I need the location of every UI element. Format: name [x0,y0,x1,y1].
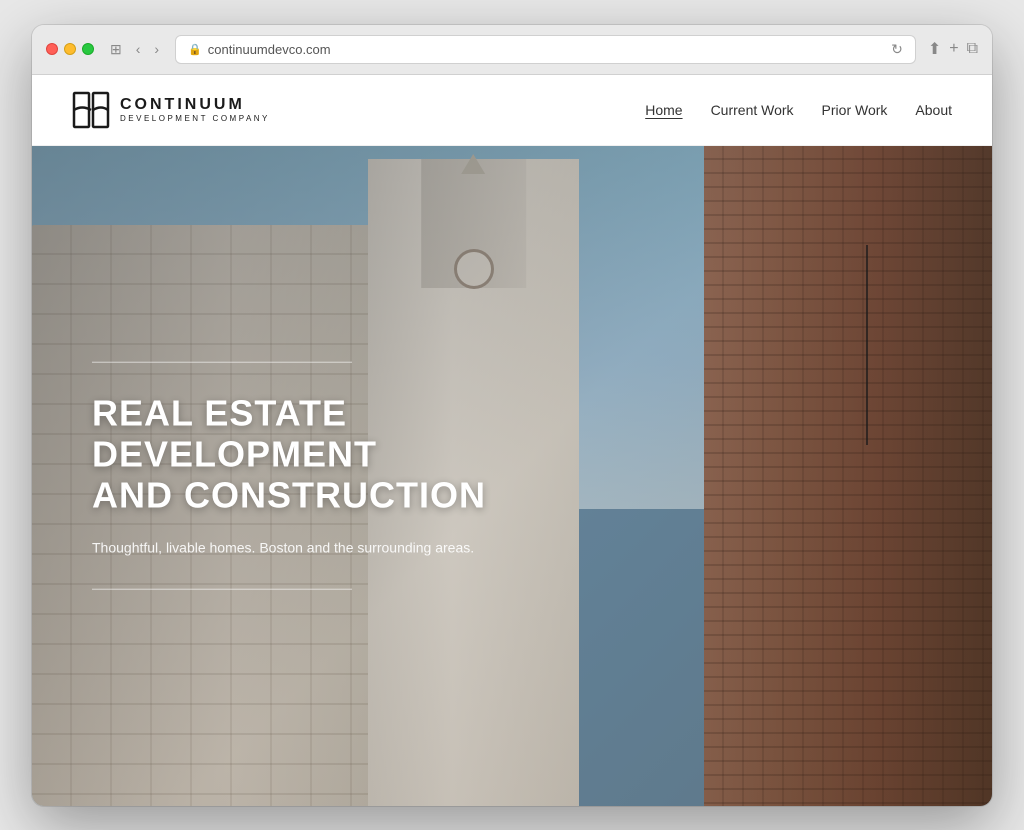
logo-icon [72,91,110,129]
lock-icon: 🔒 [188,43,202,56]
traffic-lights [46,43,94,55]
history-forward-button[interactable]: › [150,39,163,60]
nav-about[interactable]: About [915,102,952,118]
nav-prior-work[interactable]: Prior Work [822,102,888,118]
url-text: continuumdevco.com [208,42,331,57]
logo-name: CONTINUUM [120,96,270,114]
hero-title: REAL ESTATE DEVELOPMENT AND CONSTRUCTION [92,392,486,516]
browser-nav-buttons: ⊞ ‹ › [106,39,163,60]
hero-title-line3: AND CONSTRUCTION [92,475,486,516]
tabs-button[interactable]: ⧉ [967,39,978,59]
site-navbar: CONTINUUM DEVELOPMENT COMPANY Home Curre… [32,75,992,146]
nav-current-work[interactable]: Current Work [711,102,794,118]
share-button[interactable]: ⬆ [928,39,941,59]
nav-home[interactable]: Home [645,102,682,118]
hero-subtitle: Thoughtful, livable homes. Boston and th… [92,536,486,558]
reload-icon: ↻ [891,41,903,58]
website: CONTINUUM DEVELOPMENT COMPANY Home Curre… [32,75,992,806]
hero-title-line1: REAL ESTATE [92,392,347,433]
hero-section: REAL ESTATE DEVELOPMENT AND CONSTRUCTION… [32,146,992,806]
hero-divider-top [92,361,352,362]
logo-area: CONTINUUM DEVELOPMENT COMPANY [72,91,270,129]
browser-window: ⊞ ‹ › 🔒 continuumdevco.com ↻ ⬆ + ⧉ [32,25,992,806]
history-back-button[interactable]: ‹ [132,39,145,60]
hero-title-line2: DEVELOPMENT [92,434,377,475]
close-button[interactable] [46,43,58,55]
browser-actions: ⬆ + ⧉ [928,39,978,59]
hero-content: REAL ESTATE DEVELOPMENT AND CONSTRUCTION… [92,361,486,590]
maximize-button[interactable] [82,43,94,55]
new-tab-button[interactable]: + [949,39,958,59]
browser-chrome: ⊞ ‹ › 🔒 continuumdevco.com ↻ ⬆ + ⧉ [32,25,992,75]
logo-subtitle: DEVELOPMENT COMPANY [120,114,270,123]
address-bar[interactable]: 🔒 continuumdevco.com ↻ [175,35,916,64]
logo-text: CONTINUUM DEVELOPMENT COMPANY [120,96,270,123]
hero-divider-bottom [92,589,352,590]
minimize-button[interactable] [64,43,76,55]
back-button[interactable]: ⊞ [106,39,126,60]
site-nav: Home Current Work Prior Work About [645,102,952,118]
